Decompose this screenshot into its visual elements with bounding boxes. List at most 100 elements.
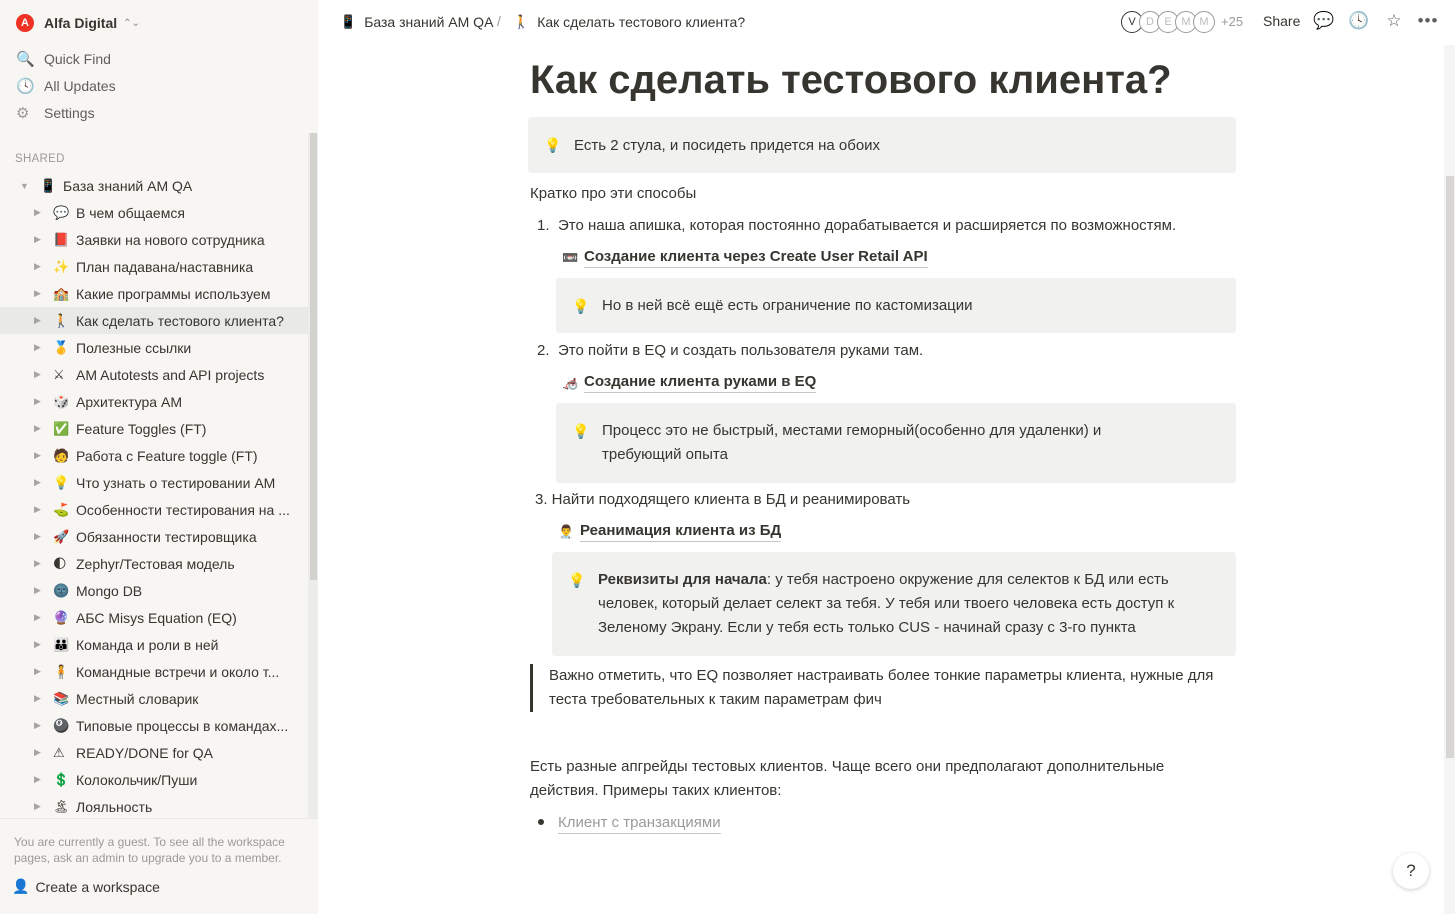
walking-person-icon: 🚶 xyxy=(513,14,530,29)
breadcrumb-current[interactable]: 🚶 Как сделать тестового клиента? xyxy=(513,14,745,30)
search-icon: 🔍 xyxy=(16,50,35,68)
page-link-create-user-api[interactable]: 📼 Создание клиента через Create User Ret… xyxy=(562,247,928,268)
triangle-right-icon[interactable]: ▶ xyxy=(34,396,44,407)
sidebar-item[interactable]: ▶ 🥇 Полезные ссылки xyxy=(0,334,308,361)
sidebar-item[interactable]: ▶ 🏫 Какие программы используем xyxy=(0,280,308,307)
page-emoji-icon: 🥇 xyxy=(53,339,70,355)
sidebar-item[interactable]: ▶ 🌚 Mongo DB xyxy=(0,577,308,604)
avatar[interactable]: M xyxy=(1193,11,1215,33)
share-button[interactable]: Share xyxy=(1263,13,1300,29)
sidebar-item[interactable]: ▶ 🎱 Типовые процессы в командах... xyxy=(0,712,308,739)
sidebar-item[interactable]: ▶ ✅ Feature Toggles (FT) xyxy=(0,415,308,442)
triangle-right-icon[interactable]: ▶ xyxy=(34,477,44,488)
triangle-right-icon[interactable]: ▶ xyxy=(34,531,44,542)
breadcrumb-label: База знаний AM QA xyxy=(364,14,494,30)
more-collaborators-count[interactable]: +25 xyxy=(1221,14,1243,29)
wheelchair-icon: 🦽 xyxy=(562,374,579,390)
videocassette-icon: 📼 xyxy=(562,249,579,265)
triangle-right-icon[interactable]: ▶ xyxy=(34,747,44,758)
sidebar-item[interactable]: ▶ 🌓 Zephyr/Тестовая модель xyxy=(0,550,308,577)
page-emoji-icon: 🧑 xyxy=(53,447,70,463)
sidebar-item[interactable]: ▶ ⚔ AM Autotests and API projects xyxy=(0,361,308,388)
triangle-right-icon[interactable]: ▶ xyxy=(34,369,44,380)
page-link-reanimate-client[interactable]: 👨‍⚕️ Реанимация клиента из БД xyxy=(558,521,782,542)
triangle-right-icon[interactable]: ▶ xyxy=(34,693,44,704)
create-workspace-button[interactable]: 👤 Create a workspace xyxy=(12,878,160,895)
sidebar-item[interactable]: ▶ 🎲 Архитектура AM xyxy=(0,388,308,415)
sidebar-item[interactable]: ▶ 🚀 Обязанности тестировщика xyxy=(0,523,308,550)
sidebar-item-label: READY/DONE for QA xyxy=(76,744,213,761)
triangle-right-icon[interactable]: ▶ xyxy=(34,720,44,731)
triangle-right-icon[interactable]: ▶ xyxy=(34,504,44,515)
link-client-with-transactions[interactable]: Клиент с транзакциями xyxy=(558,813,721,834)
comment-icon[interactable]: 💬 xyxy=(1313,11,1335,31)
nav-label: Quick Find xyxy=(44,50,111,67)
sidebar-item-root[interactable]: ▼ 📱 База знаний AM QA xyxy=(0,172,308,199)
page-link-label: Реанимация клиента из БД xyxy=(580,521,782,542)
sidebar-item[interactable]: ▶ ⚠ READY/DONE for QA xyxy=(0,739,308,766)
quote-block: Важно отметить, что EQ позволяет настраи… xyxy=(530,664,1230,712)
page-emoji-icon: ⚔ xyxy=(53,366,65,382)
triangle-right-icon[interactable]: ▶ xyxy=(34,585,44,596)
triangle-right-icon[interactable]: ▶ xyxy=(34,639,44,650)
lightbulb-icon: 💡 xyxy=(544,137,562,153)
triangle-right-icon[interactable]: ▶ xyxy=(34,261,44,272)
sidebar-item[interactable]: ▶ ⛳ Особенности тестирования на ... xyxy=(0,496,308,523)
page-emoji-icon: 🎱 xyxy=(53,717,70,733)
collaborator-avatars[interactable]: V D E M M xyxy=(1121,11,1215,33)
triangle-right-icon[interactable]: ▶ xyxy=(34,450,44,461)
sidebar-item[interactable]: ▶ 🔮 АБС Misys Equation (EQ) xyxy=(0,604,308,631)
sidebar-item[interactable]: ▶ 🧑 Работа с Feature toggle (FT) xyxy=(0,442,308,469)
triangle-right-icon[interactable]: ▶ xyxy=(34,315,44,326)
triangle-right-icon[interactable]: ▶ xyxy=(34,423,44,434)
page-emoji-icon: 🧍 xyxy=(53,663,70,679)
page-link-manual-eq[interactable]: 🦽 Создание клиента руками в EQ xyxy=(562,372,817,393)
nav-label: Settings xyxy=(44,104,95,121)
clock-icon: 🕓 xyxy=(16,77,35,95)
sidebar-item-label: Местный словарик xyxy=(76,690,199,707)
nav-settings[interactable]: ⚙ Settings xyxy=(0,99,308,126)
sidebar-item-label: Как сделать тестового клиента? xyxy=(76,312,284,329)
paragraph: Есть разные апгрейды тестовых клиентов. … xyxy=(530,758,1165,799)
triangle-right-icon[interactable]: ▶ xyxy=(34,612,44,623)
nav-all-updates[interactable]: 🕓 All Updates xyxy=(0,72,308,99)
star-icon[interactable]: ☆ xyxy=(1383,11,1405,31)
sidebar-item-label: Заявки на нового сотрудника xyxy=(76,231,265,248)
more-options-icon[interactable]: ••• xyxy=(1417,11,1439,31)
triangle-down-icon[interactable]: ▼ xyxy=(20,181,30,191)
sidebar-item-label: Команда и роли в ней xyxy=(76,636,219,653)
sidebar-item[interactable]: ▶ 💡 Что узнать о тестировании AM xyxy=(0,469,308,496)
sidebar-item[interactable]: ▶ 📕 Заявки на нового сотрудника xyxy=(0,226,308,253)
sidebar-item[interactable]: ▶ 🏝 Лояльность xyxy=(0,793,308,820)
triangle-right-icon[interactable]: ▶ xyxy=(34,558,44,569)
page-emoji-icon: 🎲 xyxy=(53,393,70,409)
triangle-right-icon[interactable]: ▶ xyxy=(34,342,44,353)
workspace-switcher[interactable]: A Alfa Digital ⌃⌄ xyxy=(16,12,140,34)
sidebar-item[interactable]: ▶ 🧍 Командные встречи и около т... xyxy=(0,658,308,685)
sidebar-item[interactable]: ▶ ✨ План падавана/наставника xyxy=(0,253,308,280)
triangle-right-icon[interactable]: ▶ xyxy=(34,288,44,299)
triangle-right-icon[interactable]: ▶ xyxy=(34,666,44,677)
triangle-right-icon[interactable]: ▶ xyxy=(34,801,44,812)
triangle-right-icon[interactable]: ▶ xyxy=(34,234,44,245)
page-emoji-icon: 👪 xyxy=(53,636,70,652)
breadcrumb-separator: / xyxy=(497,13,501,29)
sidebar-item-label: Работа с Feature toggle (FT) xyxy=(76,447,258,464)
sidebar-item[interactable]: ▶ 📚 Местный словарик xyxy=(0,685,308,712)
help-button[interactable]: ? xyxy=(1393,853,1429,889)
triangle-right-icon[interactable]: ▶ xyxy=(34,207,44,218)
phone-icon: 📱 xyxy=(340,14,357,29)
chevron-updown-icon: ⌃⌄ xyxy=(123,17,140,29)
sidebar-item[interactable]: ▶ 🚶 Как сделать тестового клиента? xyxy=(0,307,308,334)
page-emoji-icon: 🌚 xyxy=(53,582,70,598)
sidebar-item[interactable]: ▶ 👪 Команда и роли в ней xyxy=(0,631,308,658)
sidebar-item[interactable]: ▶ 💬 В чем общаемся xyxy=(0,199,308,226)
triangle-right-icon[interactable]: ▶ xyxy=(34,774,44,785)
sidebar-item[interactable]: ▶ 💲 Колокольчик/Пуши xyxy=(0,766,308,793)
sidebar-scrollbar-thumb[interactable] xyxy=(310,133,317,580)
history-clock-icon[interactable]: 🕓 xyxy=(1348,11,1370,31)
page-scrollbar-thumb[interactable] xyxy=(1446,176,1454,758)
nav-quick-find[interactable]: 🔍 Quick Find xyxy=(0,45,308,72)
page-emoji-icon: ⚠ xyxy=(53,744,65,760)
breadcrumb-root[interactable]: 📱 База знаний AM QA xyxy=(340,14,493,30)
